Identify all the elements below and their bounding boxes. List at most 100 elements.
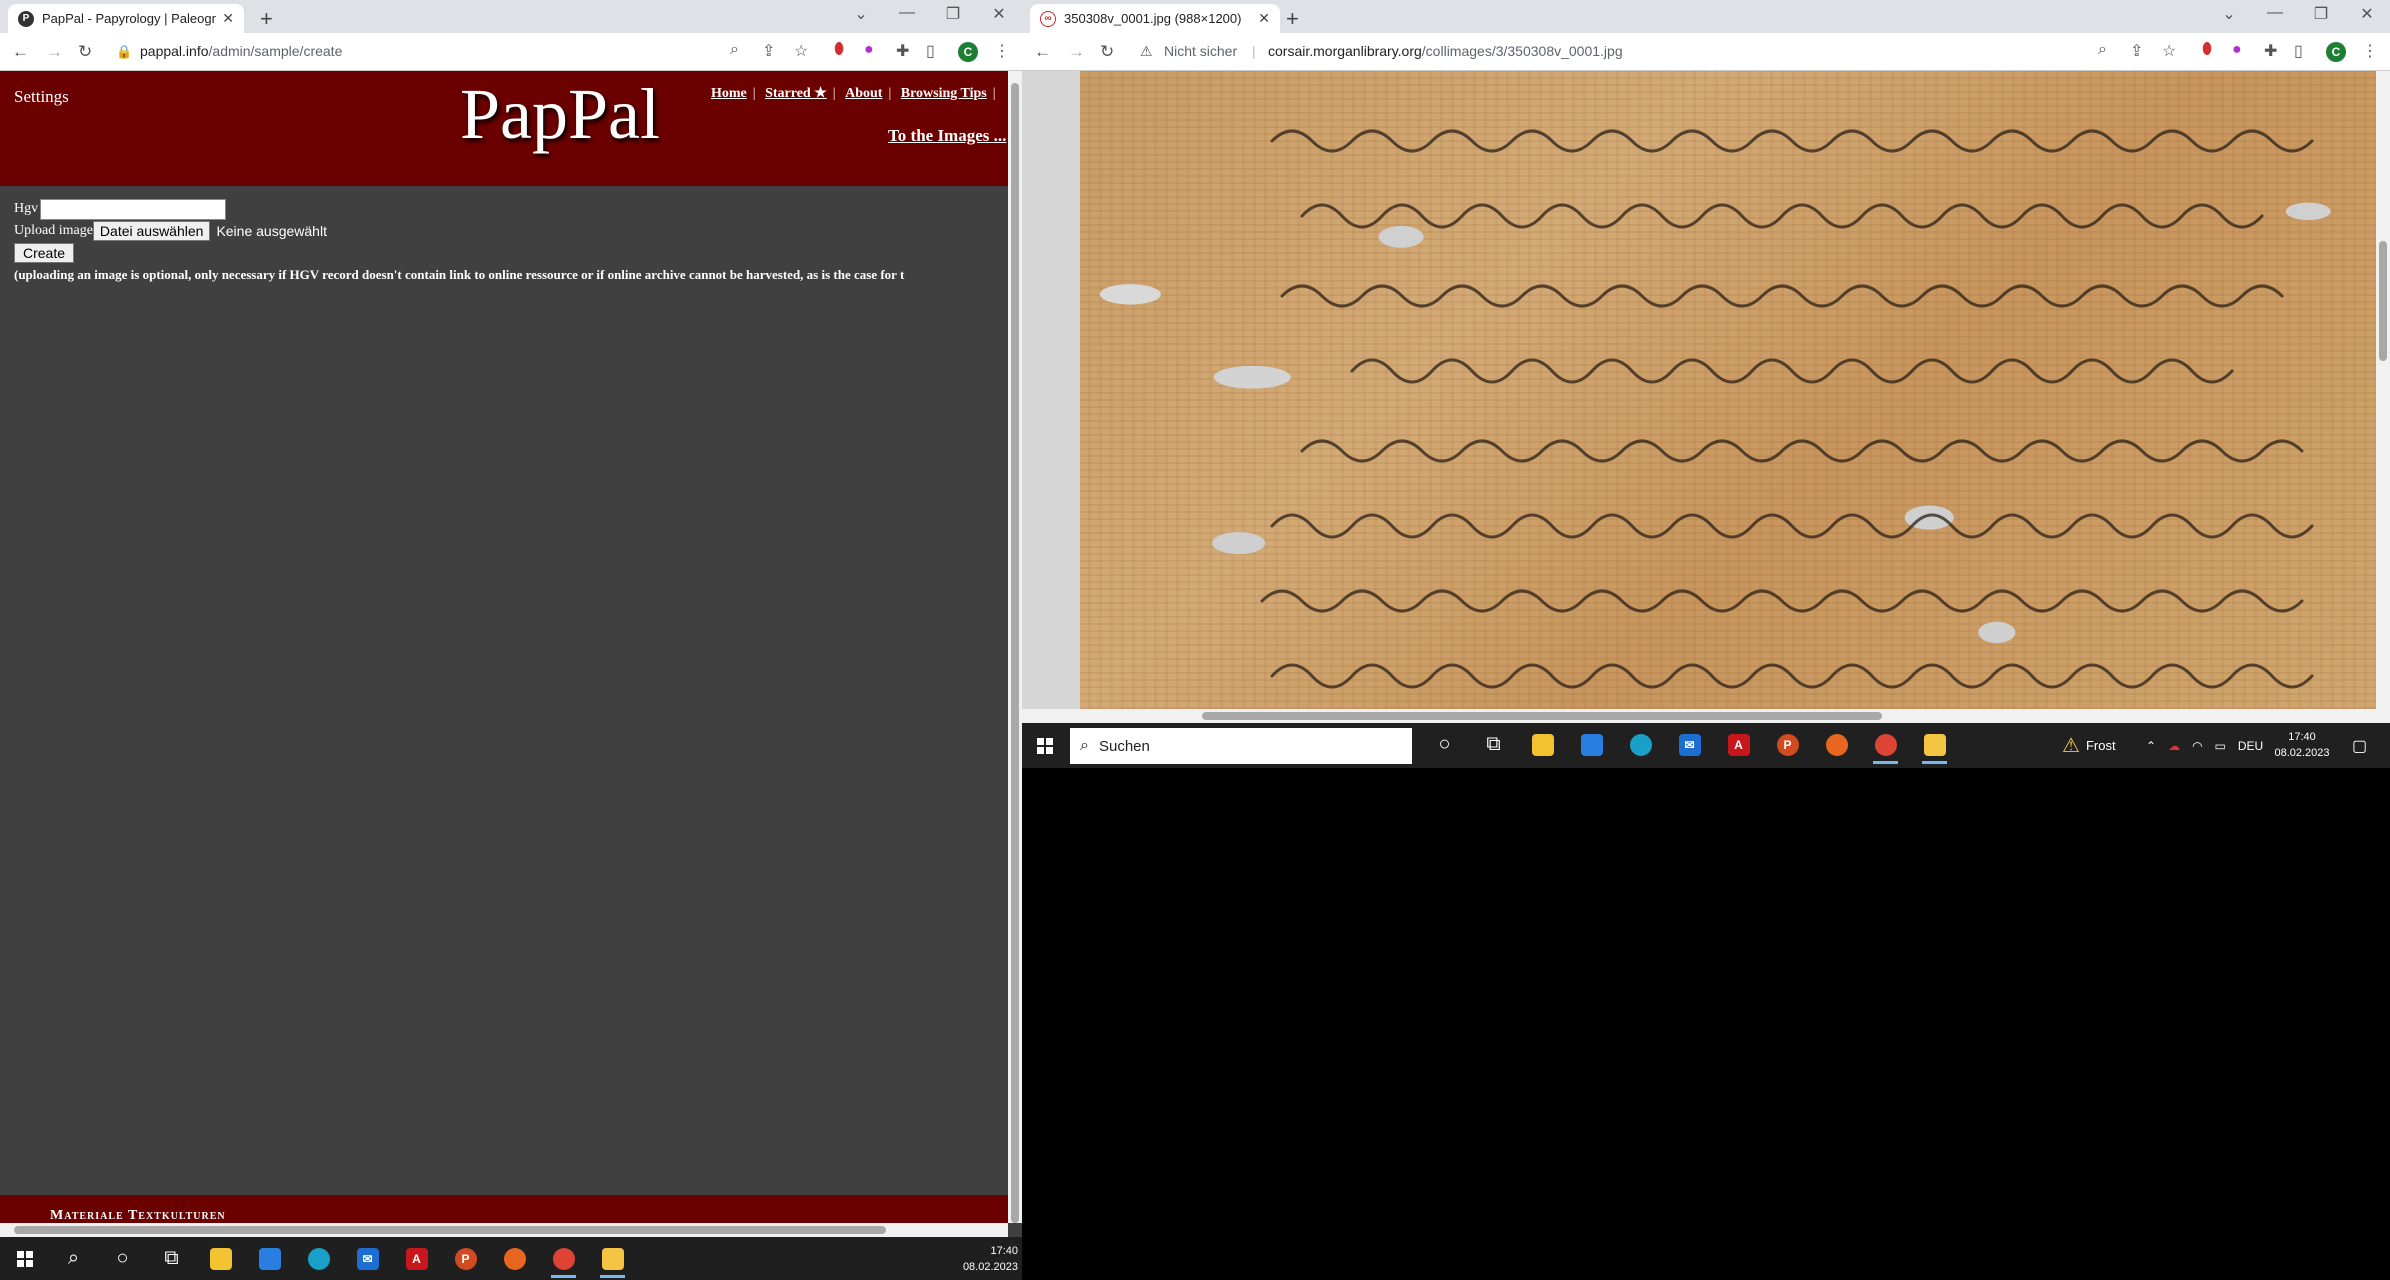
mail-icon[interactable]: ✉ <box>1665 723 1714 766</box>
tab-image[interactable]: ∞ 350308v_0001.jpg (988×1200) ✕ <box>1030 4 1280 33</box>
edge-icon[interactable] <box>294 1237 343 1280</box>
chrome-icon[interactable] <box>1861 723 1910 766</box>
zoom-icon[interactable]: ⌕ <box>730 41 739 59</box>
extension-red-icon[interactable]: ⬮ <box>2202 41 2212 59</box>
powerpoint-icon[interactable]: P <box>1763 723 1812 766</box>
app-icon[interactable] <box>1910 723 1959 766</box>
restore-button[interactable]: ❐ <box>2298 4 2344 24</box>
battery-icon[interactable]: ▭ <box>2215 739 2226 753</box>
taskbar-clock[interactable]: 17:40 08.02.2023 <box>2272 729 2332 761</box>
minimize-button[interactable]: — <box>2252 4 2298 24</box>
share-icon[interactable]: ⇪ <box>2130 41 2143 61</box>
scroll-thumb[interactable] <box>2379 241 2387 361</box>
profile-avatar[interactable]: C <box>958 42 978 62</box>
forward-button[interactable]: → <box>46 42 63 62</box>
nav-browsing-tips[interactable]: Browsing Tips <box>901 86 987 101</box>
reload-button[interactable]: ↻ <box>1100 42 1114 62</box>
edge-icon[interactable] <box>1616 723 1665 766</box>
extension-icon[interactable]: ✚ <box>896 41 909 61</box>
url-field[interactable]: pappal.info/admin/sample/create <box>140 43 342 59</box>
url-field[interactable]: corsair.morganlibrary.org/collimages/3/3… <box>1268 43 1623 59</box>
scroll-thumb[interactable] <box>1202 712 1882 720</box>
new-tab-button[interactable]: + <box>260 6 273 32</box>
back-button[interactable]: ← <box>12 42 29 62</box>
sidepanel-icon[interactable]: ▯ <box>926 41 935 61</box>
task-view-icon[interactable]: ⧉ <box>147 1237 196 1280</box>
acrobat-icon[interactable]: A <box>392 1237 441 1280</box>
sidepanel-icon[interactable]: ▯ <box>2294 41 2303 61</box>
taskbar-apps: ○ ⧉ ✉ A P <box>1420 723 1959 766</box>
vertical-scrollbar[interactable] <box>2376 71 2390 709</box>
back-button[interactable]: ← <box>1034 42 1051 62</box>
extension-purple-icon[interactable]: ● <box>2232 41 2242 59</box>
firefox-icon[interactable] <box>490 1237 539 1280</box>
scroll-thumb[interactable] <box>14 1226 886 1234</box>
share-icon[interactable]: ⇪ <box>762 41 775 61</box>
task-view-icon[interactable]: ⧉ <box>1469 723 1518 766</box>
close-window-button[interactable]: ✕ <box>976 4 1022 24</box>
tab-search-icon[interactable]: ⌄ <box>838 4 884 24</box>
extension-icon[interactable]: ✚ <box>2264 41 2277 61</box>
create-button[interactable]: Create <box>14 243 75 263</box>
to-the-images-link[interactable]: To the Images ... <box>888 126 1006 146</box>
reload-button[interactable]: ↻ <box>78 42 92 62</box>
security-label[interactable]: Nicht sicher <box>1164 43 1237 59</box>
cortana-icon[interactable]: ○ <box>1420 723 1469 766</box>
scroll-thumb[interactable] <box>1011 83 1019 1223</box>
zoom-icon[interactable]: ⌕ <box>2098 41 2107 59</box>
firefox-icon[interactable] <box>1812 723 1861 766</box>
taskbar-clock[interactable]: 17:40 08.02.2023 <box>963 1243 1018 1275</box>
weather-widget[interactable]: ⚠ Frost <box>2062 723 2116 768</box>
nav-home[interactable]: Home <box>711 86 747 101</box>
windows-start-icon[interactable] <box>0 1237 49 1280</box>
chrome-icon[interactable] <box>539 1237 588 1280</box>
acrobat-icon[interactable]: A <box>1714 723 1763 766</box>
warning-icon[interactable]: ⚠ <box>1140 43 1153 60</box>
minimize-button[interactable]: — <box>884 4 930 24</box>
onedrive-icon[interactable]: ☁ <box>2168 739 2180 753</box>
mail-icon[interactable]: ✉ <box>343 1237 392 1280</box>
taskbar-search-input[interactable]: ⌕ Suchen <box>1070 728 1412 764</box>
vertical-scrollbar[interactable] <box>1008 71 1022 1223</box>
tab-pappal[interactable]: P PapPal - Papyrology | Paleograph... ✕ <box>8 4 244 33</box>
windows-start-icon[interactable] <box>1022 723 1068 768</box>
wifi-icon[interactable]: ◠ <box>2192 739 2202 753</box>
desktop: P PapPal - Papyrology | Paleograph... ✕ … <box>0 0 2390 1280</box>
file-explorer-icon[interactable] <box>1518 723 1567 766</box>
lock-icon[interactable]: 🔒 <box>116 44 132 60</box>
menu-icon[interactable]: ⋮ <box>994 41 1010 61</box>
choose-file-button[interactable]: Datei auswählen <box>92 221 211 241</box>
close-window-button[interactable]: ✕ <box>2344 4 2390 24</box>
nav-about[interactable]: About <box>845 86 882 101</box>
store-icon[interactable] <box>245 1237 294 1280</box>
language-indicator[interactable]: DEU <box>2238 739 2263 753</box>
pappal-logo[interactable]: PapPal <box>460 73 660 156</box>
morgan-favicon-icon: ∞ <box>1040 10 1056 27</box>
app-icon[interactable] <box>588 1237 637 1280</box>
extension-red-icon[interactable]: ⬮ <box>834 41 844 59</box>
horizontal-scrollbar[interactable] <box>1022 709 2390 723</box>
menu-icon[interactable]: ⋮ <box>2362 41 2378 61</box>
powerpoint-icon[interactable]: P <box>441 1237 490 1280</box>
search-icon[interactable]: ⌕ <box>49 1237 98 1280</box>
star-icon[interactable]: ☆ <box>2162 41 2176 61</box>
papyrus-image[interactable] <box>1022 71 2376 709</box>
settings-link[interactable]: Settings <box>14 87 69 107</box>
hgv-input[interactable] <box>40 198 227 220</box>
horizontal-scrollbar[interactable] <box>0 1223 1008 1237</box>
notification-icon[interactable]: ▢ <box>2352 723 2367 768</box>
new-tab-button[interactable]: + <box>1286 6 1299 32</box>
chevron-up-icon[interactable]: ⌃ <box>2146 739 2156 753</box>
extension-purple-icon[interactable]: ● <box>864 41 874 59</box>
star-icon[interactable]: ☆ <box>794 41 808 61</box>
close-tab-icon[interactable]: ✕ <box>1258 10 1270 27</box>
profile-avatar[interactable]: C <box>2326 42 2346 62</box>
tab-search-icon[interactable]: ⌄ <box>2206 4 2252 24</box>
restore-button[interactable]: ❐ <box>930 4 976 24</box>
nav-starred[interactable]: Starred ★ <box>765 86 827 101</box>
cortana-icon[interactable]: ○ <box>98 1237 147 1280</box>
forward-button[interactable]: → <box>1068 42 1085 62</box>
file-explorer-icon[interactable] <box>196 1237 245 1280</box>
store-icon[interactable] <box>1567 723 1616 766</box>
close-tab-icon[interactable]: ✕ <box>222 10 234 27</box>
